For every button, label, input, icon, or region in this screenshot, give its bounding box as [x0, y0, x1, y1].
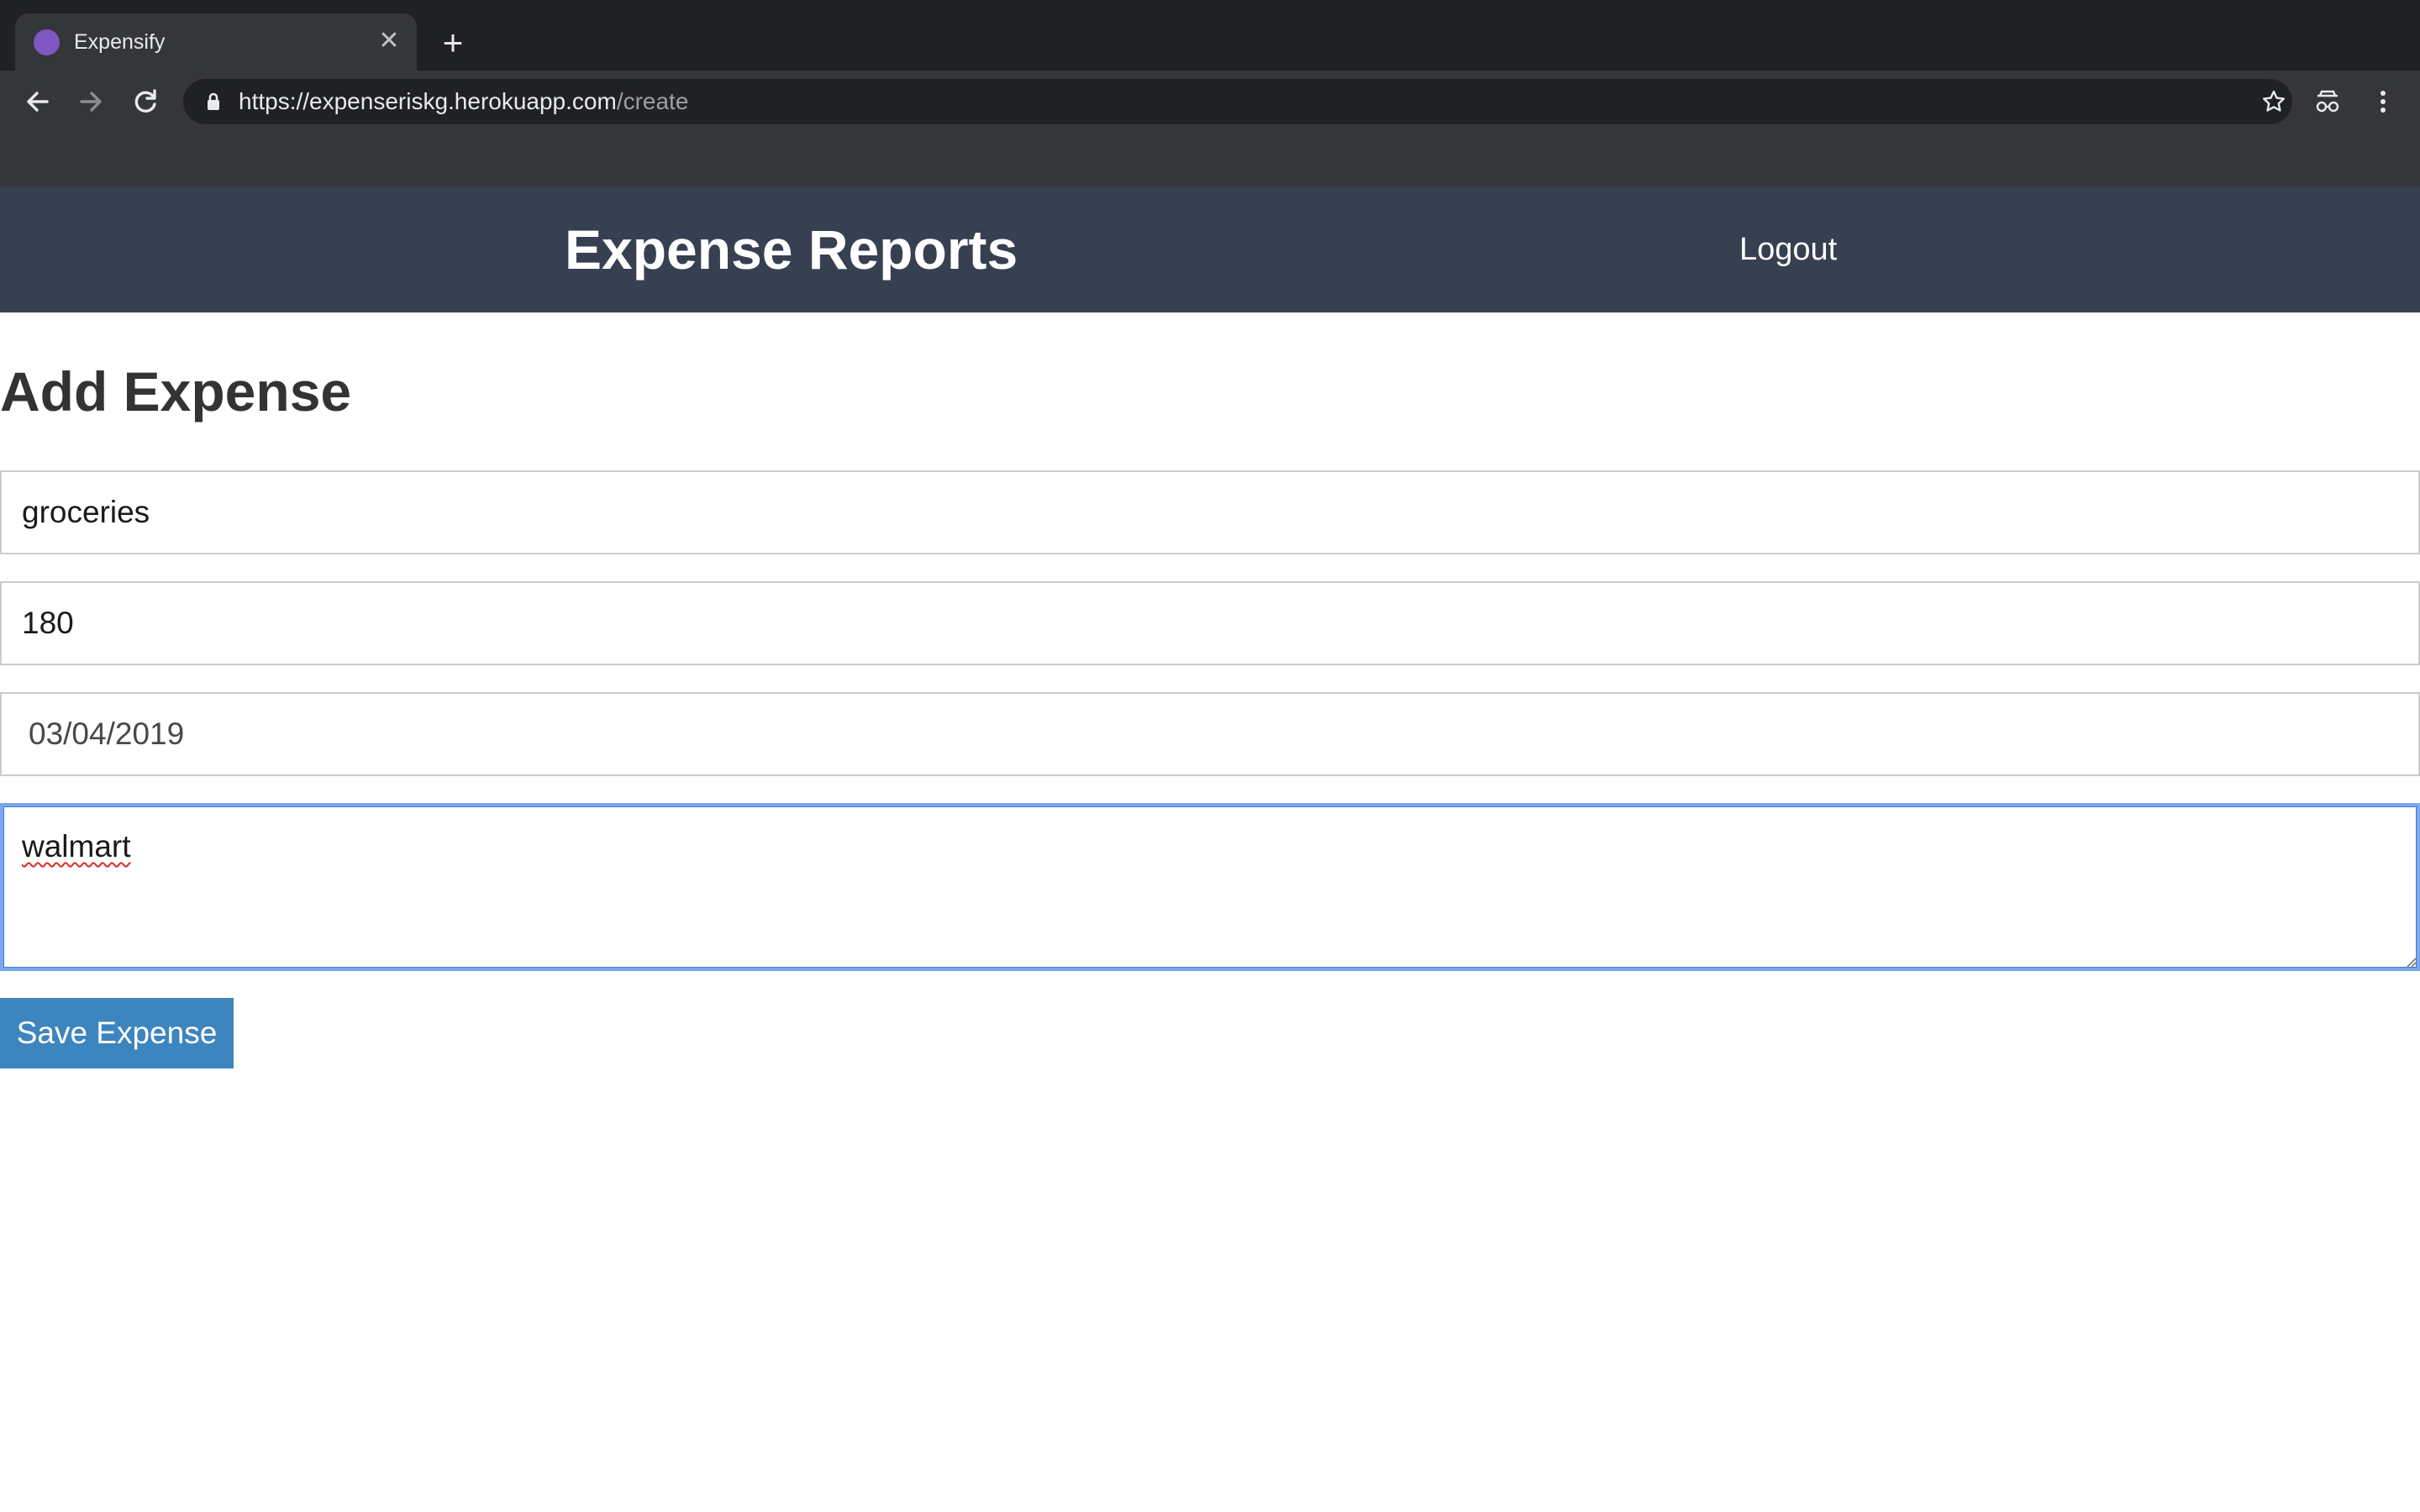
page-title: Add Expense: [0, 360, 352, 423]
reload-icon[interactable]: [124, 81, 166, 123]
amount-input[interactable]: [0, 581, 2420, 665]
description-input[interactable]: [0, 470, 2420, 554]
url-path: /create: [616, 88, 689, 114]
browser-toolbar: https://expenseriskg.herokuapp.com/creat…: [0, 71, 2420, 133]
browser-tab[interactable]: Expensify ✕: [15, 13, 417, 71]
tab-title: Expensify: [74, 30, 166, 54]
star-icon[interactable]: [2260, 88, 2287, 115]
favicon-icon: [34, 29, 60, 55]
url-text: https://expenseriskg.herokuapp.com/creat…: [239, 79, 688, 124]
bookmarks-bar: [0, 133, 2420, 186]
plus-icon[interactable]: +: [434, 24, 472, 62]
url-host: https://expenseriskg.herokuapp.com: [239, 88, 617, 114]
logout-button[interactable]: Logout: [1739, 186, 1837, 312]
save-expense-button[interactable]: Save Expense: [0, 998, 234, 1068]
app-header: Expense Reports Logout: [0, 186, 2420, 312]
forward-icon[interactable]: [70, 81, 112, 123]
extension-icon[interactable]: [2312, 87, 2343, 118]
app-title[interactable]: Expense Reports: [565, 186, 1018, 312]
date-input[interactable]: [0, 692, 2420, 776]
close-icon[interactable]: ✕: [375, 27, 403, 55]
menu-icon[interactable]: [2368, 87, 2398, 117]
note-textarea[interactable]: [0, 803, 2420, 971]
back-icon[interactable]: [17, 81, 59, 123]
resize-handle-icon[interactable]: [2405, 956, 2417, 968]
address-bar[interactable]: https://expenseriskg.herokuapp.com/creat…: [183, 79, 2292, 124]
browser-tabstrip: Expensify ✕ +: [0, 0, 2420, 71]
lock-icon: [208, 92, 219, 110]
